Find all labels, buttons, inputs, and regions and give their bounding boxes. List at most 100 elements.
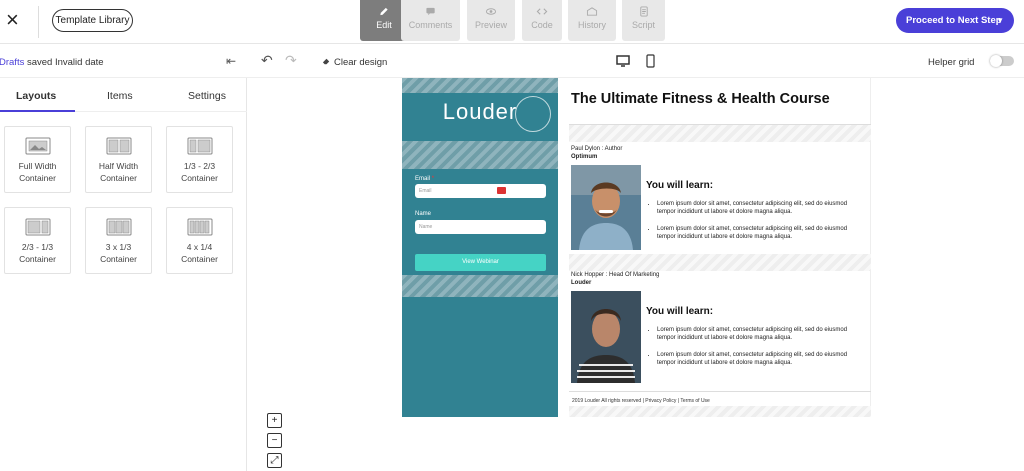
two-thirds-one-third-icon	[25, 218, 50, 236]
redo-icon[interactable]: ↷	[285, 52, 297, 69]
page-title: The Ultimate Fitness & Health Course	[571, 91, 830, 107]
speaker-1-bullets: Lorem ipsum dolor sit amet, consectetur …	[657, 200, 857, 250]
stripe-band	[569, 406, 871, 417]
tab-comments-label: Comments	[408, 20, 453, 30]
script-icon	[639, 6, 648, 17]
eraser-icon[interactable]	[322, 57, 331, 66]
name-placeholder: Name	[419, 224, 433, 230]
tab-items[interactable]: Items	[107, 90, 133, 102]
layout-one-third-two-thirds[interactable]: 1/3 - 2/3 Container	[166, 126, 233, 193]
layout-two-thirds-one-third[interactable]: 2/3 - 1/3 Container	[4, 207, 71, 274]
footer-text: 2019 Louder All rights reserved | Privac…	[572, 398, 710, 404]
tile-label: Full Width	[18, 161, 57, 171]
save-status-text: saved Invalid date	[24, 57, 104, 68]
tab-code[interactable]: Code	[522, 0, 562, 41]
speaker-2-info: Nick Hopper : Head Of Marketing Louder	[571, 271, 659, 287]
proceed-button[interactable]: Proceed to Next Step ▼	[896, 8, 1014, 33]
tab-edit-label: Edit	[376, 20, 392, 30]
logo-ring	[515, 96, 551, 132]
tile-label: Container	[100, 254, 137, 264]
tab-comments[interactable]: Comments	[401, 0, 460, 41]
code-icon	[536, 8, 548, 15]
layout-half-width[interactable]: Half Width Container	[85, 126, 152, 193]
undo-icon[interactable]: ↶	[261, 52, 273, 69]
pencil-icon	[380, 7, 388, 16]
zoom-in-button[interactable]: +	[267, 413, 282, 428]
tab-history-label: History	[577, 20, 606, 30]
content-column: The Ultimate Fitness & Health Course Pau…	[569, 78, 871, 417]
tile-label: Container	[181, 254, 218, 264]
template-library-button[interactable]: Template Library	[52, 9, 133, 32]
full-width-icon	[25, 137, 50, 155]
helper-grid-toggle[interactable]	[990, 55, 1014, 67]
proceed-label: Proceed to Next Step	[906, 15, 1002, 26]
collapse-panel-icon[interactable]: ⇤	[226, 54, 236, 68]
speaker-role: Paul Dylon : Author	[571, 146, 623, 152]
layout-three-thirds[interactable]: 3 x 1/3 Container	[85, 207, 152, 274]
three-columns-icon	[106, 218, 131, 236]
tile-label: 1/3 - 2/3	[183, 161, 216, 171]
speaker-1-photo	[571, 165, 641, 250]
learn-heading: You will learn:	[646, 306, 714, 317]
active-tab-indicator	[0, 110, 75, 112]
list-item: Lorem ipsum dolor sit amet, consectetur …	[657, 200, 857, 216]
tile-label: 4 x 1/4	[186, 242, 213, 252]
speaker-2-photo	[571, 291, 641, 383]
speaker-company: Louder	[571, 280, 592, 286]
desktop-icon[interactable]	[616, 55, 630, 67]
zoom-out-button[interactable]: −	[267, 433, 282, 448]
tab-preview-label: Preview	[474, 20, 507, 30]
speaker-portrait-image	[571, 165, 641, 250]
eye-icon	[485, 8, 497, 15]
helper-grid-label: Helper grid	[928, 57, 975, 68]
tile-label: 3 x 1/3	[105, 242, 132, 252]
drafts-link[interactable]: Drafts	[0, 57, 24, 68]
name-label: Name	[415, 211, 432, 217]
tab-code-label: Code	[531, 20, 553, 30]
email-label: Email *	[415, 176, 435, 182]
tab-script[interactable]: Script	[622, 0, 665, 41]
tile-label: Container	[19, 254, 56, 264]
editor-toolbar: Drafts saved Invalid date ⇤ ↶ ↷ Clear de…	[0, 44, 1024, 78]
layout-four-quarters[interactable]: 4 x 1/4 Container	[166, 207, 233, 274]
email-field[interactable]: Email	[415, 184, 546, 198]
speaker-role: Nick Hopper : Head Of Marketing	[571, 272, 660, 278]
page-preview: Louder Email * Email Name Name View Webi…	[402, 78, 871, 417]
stripe-band	[569, 254, 871, 271]
one-third-two-thirds-icon	[187, 137, 212, 155]
tile-label: 2/3 - 1/3	[21, 242, 54, 252]
top-bar: × Template Library Edit Comments Preview…	[0, 0, 1024, 44]
half-width-icon	[106, 137, 131, 155]
form-column: Louder Email * Email Name Name View Webi…	[402, 78, 558, 417]
speaker-2-bullets: Lorem ipsum dolor sit amet, consectetur …	[657, 326, 857, 376]
comment-icon	[425, 7, 435, 16]
name-field[interactable]: Name	[415, 220, 546, 234]
list-item: Lorem ipsum dolor sit amet, consectetur …	[657, 225, 857, 241]
email-placeholder: Email	[419, 188, 432, 194]
speaker-1-info: Paul Dylon : Author Optimum	[571, 145, 622, 161]
divider	[569, 391, 871, 392]
view-webinar-button[interactable]: View Webinar	[415, 254, 546, 271]
tab-history[interactable]: History	[568, 0, 616, 41]
four-columns-icon	[187, 218, 212, 236]
speaker-portrait-image	[571, 291, 641, 383]
tab-script-label: Script	[631, 20, 655, 30]
chevron-down-icon[interactable]: ▼	[996, 8, 1004, 33]
list-item: Lorem ipsum dolor sit amet, consectetur …	[657, 351, 857, 367]
left-panel: Layouts Items Settings Full Width Contai…	[0, 78, 247, 471]
tile-label: Container	[181, 173, 218, 183]
fit-screen-button[interactable]: ⤢	[267, 453, 282, 468]
tab-layouts[interactable]: Layouts	[16, 90, 56, 102]
list-item: Lorem ipsum dolor sit amet, consectetur …	[657, 326, 857, 342]
save-status: Drafts saved Invalid date	[0, 57, 104, 68]
layout-full-width[interactable]: Full Width Container	[4, 126, 71, 193]
close-icon[interactable]: ×	[6, 9, 22, 31]
clear-design-button[interactable]: Clear design	[334, 57, 387, 68]
stripe-band	[402, 275, 558, 297]
tile-label: Half Width	[98, 161, 139, 171]
email-label-text: Email	[415, 176, 431, 182]
mobile-icon[interactable]	[646, 54, 655, 68]
history-icon	[586, 7, 598, 16]
tab-preview[interactable]: Preview	[467, 0, 515, 41]
tab-settings[interactable]: Settings	[188, 90, 226, 102]
